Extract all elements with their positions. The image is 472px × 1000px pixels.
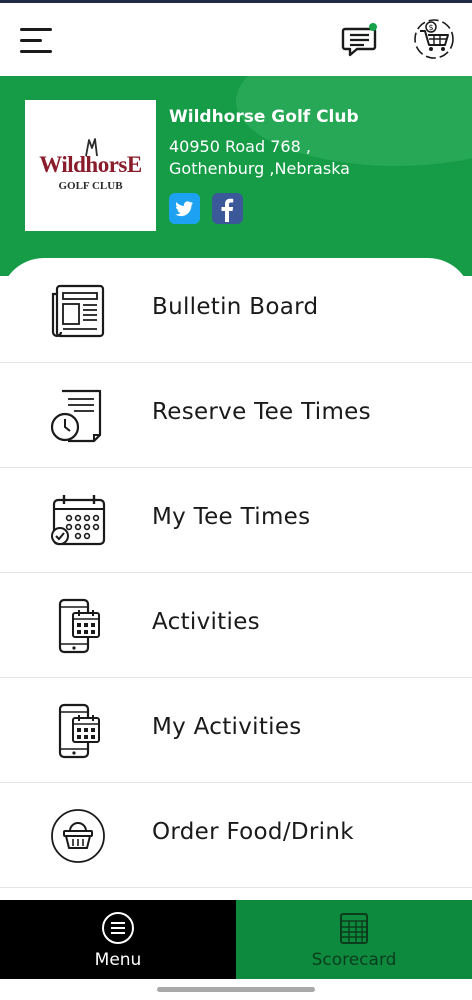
menu-item-label: Reserve Tee Times: [152, 399, 371, 425]
clock-document-icon: [50, 389, 102, 443]
cart-dollar-icon: $: [414, 19, 454, 59]
club-address-line2: Gothenburg ,Nebraska: [169, 159, 350, 178]
menu-item-order-food-drink[interactable]: Order Food/Drink: [0, 783, 472, 888]
phone-calendar-icon: [58, 703, 100, 759]
home-indicator[interactable]: [157, 987, 315, 992]
newspaper-icon: [51, 284, 105, 338]
svg-text:$: $: [428, 23, 433, 32]
twitter-button[interactable]: [169, 193, 200, 224]
messages-button[interactable]: [340, 23, 380, 59]
menu-item-label: My Tee Times: [152, 504, 311, 530]
phone-calendar-icon: [58, 598, 100, 654]
club-logo: WildhorsE GOLF CLUB: [25, 100, 156, 231]
menu-item-label: Bulletin Board: [152, 294, 319, 320]
app-header: $: [0, 3, 472, 76]
logo-text-main: WildhorsE: [39, 152, 142, 177]
basket-icon: [51, 809, 105, 863]
twitter-icon: [175, 201, 193, 217]
menu-item-label: My Activities: [152, 714, 302, 740]
club-address-line1: 40950 Road 768 ,: [169, 137, 311, 156]
notification-dot: [369, 23, 377, 31]
calendar-check-icon: [51, 495, 106, 546]
menu-item-bulletin-board[interactable]: Bulletin Board: [0, 258, 472, 363]
logo-text-sub: GOLF CLUB: [58, 180, 123, 192]
home-indicator-area: [0, 979, 472, 1000]
facebook-icon: [221, 198, 234, 222]
facebook-button[interactable]: [212, 193, 243, 224]
menu-item-label: Activities: [152, 609, 260, 635]
menu-item-reserve-tee-times[interactable]: Reserve Tee Times: [0, 363, 472, 468]
bottom-nav: Menu Scorecard: [0, 900, 472, 979]
cart-button[interactable]: $: [412, 17, 456, 61]
nav-scorecard-button[interactable]: Scorecard: [236, 900, 472, 979]
menu-item-my-tee-times[interactable]: My Tee Times: [0, 468, 472, 573]
club-name: Wildhorse Golf Club: [169, 107, 359, 127]
menu-circle-icon: [102, 912, 134, 944]
scorecard-icon: [340, 913, 368, 944]
club-banner: WildhorsE GOLF CLUB Wildhorse Golf Club …: [0, 76, 472, 276]
nav-menu-button[interactable]: Menu: [0, 900, 236, 979]
nav-menu-label: Menu: [94, 950, 142, 970]
chat-bubble-icon: [341, 23, 377, 57]
main-menu: Bulletin Board Reserve Tee Times My Tee …: [0, 258, 472, 900]
menu-item-my-activities[interactable]: My Activities: [0, 678, 472, 783]
menu-item-label: Order Food/Drink: [152, 819, 354, 845]
nav-scorecard-label: Scorecard: [311, 950, 397, 970]
hamburger-icon[interactable]: [20, 28, 54, 56]
menu-item-activities[interactable]: Activities: [0, 573, 472, 678]
